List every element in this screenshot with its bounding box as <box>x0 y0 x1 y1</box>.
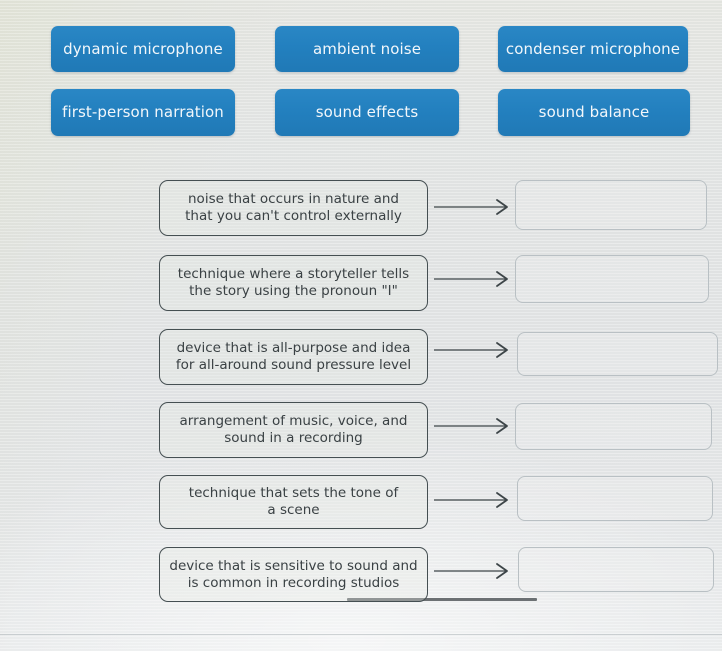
definition-card-5[interactable]: technique that sets the tone of a scene <box>159 475 428 529</box>
definition-text: device that is all-purpose and idea for … <box>175 340 412 373</box>
chip-ambient-noise[interactable]: ambient noise <box>275 26 459 72</box>
chip-sound-balance[interactable]: sound balance <box>498 89 690 136</box>
drop-target-4[interactable] <box>515 403 712 450</box>
chip-first-person-narration[interactable]: first-person narration <box>51 89 235 136</box>
chip-label: dynamic microphone <box>63 39 223 58</box>
definition-card-1[interactable]: noise that occurs in nature and that you… <box>159 180 428 236</box>
page-bottom-divider <box>0 634 722 635</box>
chip-sound-effects[interactable]: sound effects <box>275 89 459 136</box>
definition-text: noise that occurs in nature and that you… <box>185 191 402 224</box>
definition-card-6[interactable]: device that is sensitive to sound and is… <box>159 547 428 602</box>
chip-label: sound effects <box>315 103 419 121</box>
definition-text: technique where a storyteller tells the … <box>177 266 410 299</box>
arrow-icon-2 <box>434 268 514 290</box>
drop-target-6[interactable] <box>518 547 714 592</box>
chip-dynamic-microphone[interactable]: dynamic microphone <box>51 26 235 72</box>
arrow-icon-6 <box>434 560 514 582</box>
chip-label: ambient noise <box>312 39 422 58</box>
definition-text: device that is sensitive to sound and is… <box>169 557 418 591</box>
drop-target-3[interactable] <box>517 332 718 376</box>
definition-card-2[interactable]: technique where a storyteller tells the … <box>159 255 428 311</box>
arrow-icon-5 <box>434 489 514 511</box>
definition-card-3[interactable]: device that is all-purpose and idea for … <box>159 329 428 385</box>
drop-target-2[interactable] <box>515 255 709 303</box>
chip-condenser-microphone[interactable]: condenser microphone <box>498 26 688 72</box>
definition-card-4[interactable]: arrangement of music, voice, and sound i… <box>159 402 428 458</box>
arrow-icon-3 <box>434 339 514 361</box>
chip-label: condenser microphone <box>505 39 681 58</box>
definition-text: technique that sets the tone of a scene <box>188 485 399 518</box>
arrow-icon-4 <box>434 415 514 437</box>
chip-label: first-person narration <box>62 103 224 121</box>
definition-text: arrangement of music, voice, and sound i… <box>179 413 408 446</box>
arrow-icon-1 <box>434 196 514 218</box>
drop-target-1[interactable] <box>515 180 707 230</box>
chip-label: sound balance <box>538 103 650 121</box>
drop-target-5[interactable] <box>517 476 713 521</box>
